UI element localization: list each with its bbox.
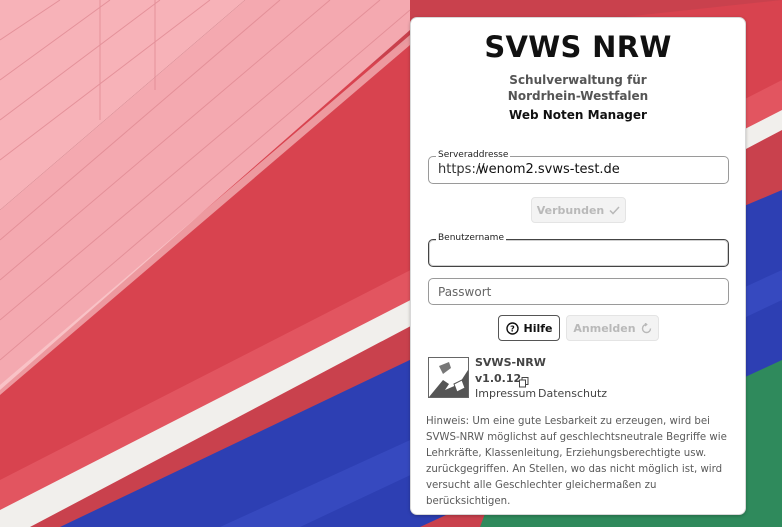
- question-circle-icon: ?: [505, 321, 519, 335]
- datenschutz-link[interactable]: Datenschutz: [538, 387, 607, 400]
- svg-text:?: ?: [510, 324, 515, 333]
- about-section: SVWS-NRW v1.0.12 Impressum Datenschutz: [428, 356, 729, 402]
- app-title: SVWS NRW: [484, 30, 672, 64]
- subtitle-line-2: Nordrhein-Westfalen: [507, 89, 649, 103]
- gender-hint-text: Hinweis: Um eine gute Lesbarkeit zu erze…: [426, 416, 727, 507]
- subtitle-line-1: Schulverwaltung für: [509, 73, 647, 87]
- help-button-label: Hilfe: [523, 321, 553, 335]
- nrw-logo-icon: [428, 357, 469, 398]
- password-field[interactable]: [428, 278, 729, 305]
- about-version: v1.0.12: [475, 372, 522, 385]
- connected-button[interactable]: Verbunden: [531, 197, 626, 223]
- username-input[interactable]: [429, 240, 728, 266]
- connected-button-label: Verbunden: [536, 203, 605, 217]
- password-input[interactable]: [429, 279, 728, 304]
- username-field[interactable]: Benutzername: [428, 233, 729, 267]
- login-button-label: Anmelden: [573, 321, 636, 335]
- product-name: Web Noten Manager: [509, 108, 647, 122]
- login-button[interactable]: Anmelden: [566, 315, 659, 341]
- server-address-label: Serveraddresse: [436, 150, 511, 161]
- loading-icon: [641, 322, 652, 334]
- server-address-value[interactable]: wenom2.svws-test.de: [478, 162, 620, 177]
- help-button[interactable]: ? Hilfe: [498, 315, 560, 341]
- check-icon: [609, 205, 620, 215]
- login-card: SVWS NRW Schulverwaltung für Nordrhein-W…: [410, 17, 746, 515]
- about-app-name: SVWS-NRW: [475, 356, 546, 369]
- impressum-link[interactable]: Impressum: [475, 387, 536, 400]
- server-address-field[interactable]: Serveraddresse https:// wenom2.svws-test…: [428, 150, 729, 184]
- app-subtitle: Schulverwaltung für Nordrhein-Westfalen: [411, 72, 745, 104]
